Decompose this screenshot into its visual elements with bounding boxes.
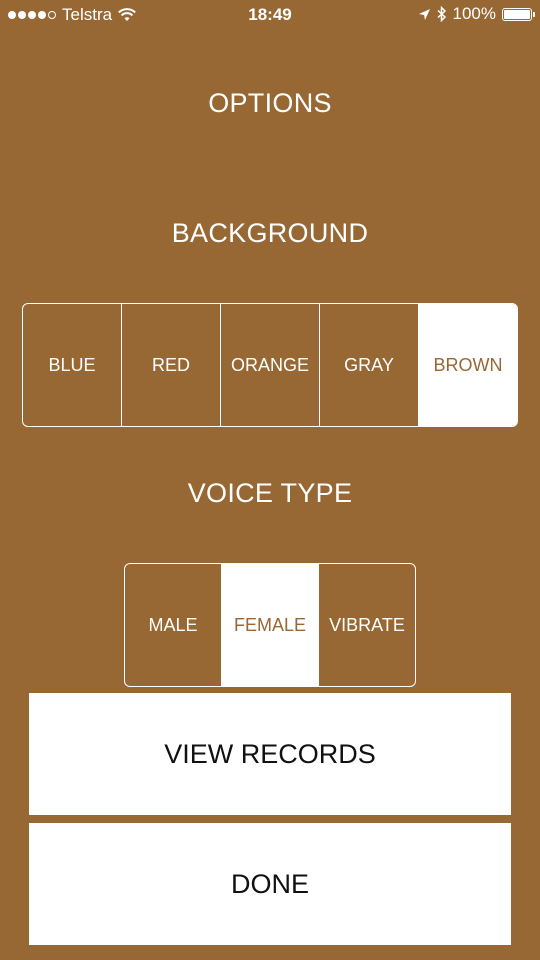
battery-icon (502, 7, 535, 21)
segment-orange[interactable]: ORANGE (221, 304, 320, 426)
segment-red[interactable]: RED (122, 304, 221, 426)
segment-gray[interactable]: GRAY (320, 304, 419, 426)
voice-type-heading: VOICE TYPE (187, 478, 353, 508)
done-button[interactable]: DONE (29, 823, 511, 945)
page-title: OPTIONS (208, 88, 332, 118)
background-heading: BACKGROUND (171, 218, 369, 248)
background-segmented-control: BLUE RED ORANGE GRAY BROWN (22, 303, 518, 427)
bluetooth-icon (437, 6, 446, 22)
status-bar: Telstra 18:49 100% (0, 0, 540, 30)
segment-blue[interactable]: BLUE (23, 304, 122, 426)
battery-percent: 100% (452, 4, 496, 23)
status-right: 100% (418, 4, 535, 24)
segment-male[interactable]: MALE (125, 564, 222, 686)
segment-female[interactable]: FEMALE (222, 564, 319, 686)
location-arrow-icon (418, 8, 430, 20)
voice-type-segmented-control: MALE FEMALE VIBRATE (124, 563, 416, 687)
segment-brown[interactable]: BROWN (419, 304, 517, 426)
view-records-button[interactable]: VIEW RECORDS (29, 693, 511, 815)
segment-vibrate[interactable]: VIBRATE (319, 564, 415, 686)
